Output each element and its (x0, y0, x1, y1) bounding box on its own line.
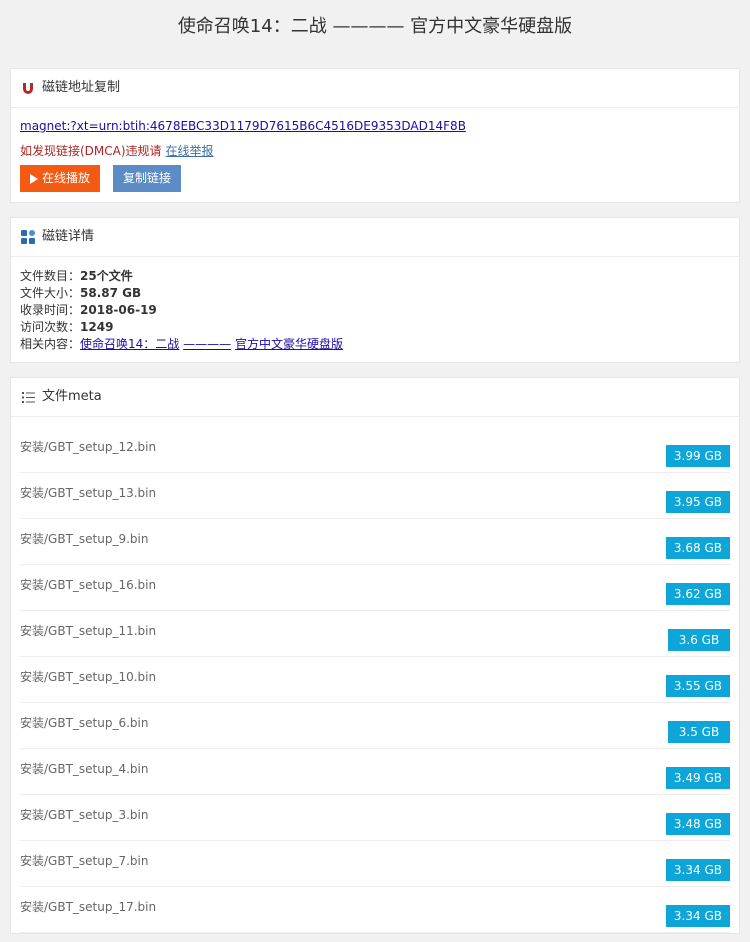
file-size-badge: 3.34 GB (665, 858, 730, 881)
page-title: 使命召唤14：二战 ———— 官方中文豪华硬盘版 (177, 16, 573, 37)
file-row[interactable]: 安装/GBT_setup_6.bin 3.5 GB (20, 703, 730, 749)
file-name: 安装/GBT_setup_11.bin (20, 624, 157, 638)
file-row[interactable]: 安装/GBT_setup_11.bin 3.6 GB (20, 611, 730, 657)
related-link-1[interactable]: 使命召唤14：二战 (80, 337, 179, 351)
related-link-3[interactable]: 官方中文豪华硬盘版 (235, 337, 343, 351)
detail-label: 访问次数： (20, 320, 81, 334)
details-panel-header: 磁链详情 (11, 218, 739, 257)
file-name: 安装/GBT_setup_6.bin (20, 716, 149, 730)
meta-panel-title: 文件meta (42, 389, 102, 404)
file-size-badge: 3.68 GB (665, 536, 730, 559)
dmca-notice: 如发现链接(DMCA)违规请 在线举报 (20, 143, 730, 159)
detail-file-size: 文件大小：58.87 GB (20, 285, 730, 302)
file-row[interactable]: 安装/GBT_setup_12.bin 3.99 GB (20, 427, 730, 473)
magnet-panel-title: 磁链地址复制 (42, 80, 121, 95)
file-row[interactable]: 安装/GBT_setup_7.bin 3.34 GB (20, 841, 730, 887)
detail-value: 58.87 GB (80, 286, 142, 300)
file-name: 安装/GBT_setup_12.bin (20, 440, 157, 454)
grid-icon (21, 230, 35, 244)
magnet-icon (21, 81, 35, 95)
file-name: 安装/GBT_setup_7.bin (20, 854, 149, 868)
play-icon (30, 173, 38, 184)
meta-panel-header: 文件meta (11, 378, 739, 417)
list-icon (21, 390, 35, 404)
file-list: 安装/GBT_setup_12.bin 3.99 GB 安装/GBT_setup… (11, 417, 739, 933)
detail-label: 文件大小： (20, 286, 81, 300)
file-name: 安装/GBT_setup_10.bin (20, 670, 157, 684)
meta-panel: 文件meta 安装/GBT_setup_12.bin 3.99 GB 安装/GB… (10, 377, 740, 934)
dmca-text: 如发现链接(DMCA)违规请 (20, 144, 162, 158)
file-size-badge: 3.99 GB (665, 444, 730, 467)
details-panel-title: 磁链详情 (42, 229, 95, 244)
file-size-badge: 3.95 GB (665, 490, 730, 513)
magnet-panel: 磁链地址复制 magnet:?xt=urn:btih:4678EBC33D117… (10, 68, 740, 203)
magnet-link[interactable]: magnet:?xt=urn:btih:4678EBC33D1179D7615B… (20, 118, 466, 135)
file-size-badge: 3.49 GB (665, 766, 730, 789)
file-row[interactable]: 安装/GBT_setup_10.bin 3.55 GB (20, 657, 730, 703)
detail-value: 2018-06-19 (80, 303, 157, 317)
report-link[interactable]: 在线举报 (166, 144, 214, 158)
copy-link-button[interactable]: 复制链接 (113, 165, 182, 192)
details-panel: 磁链详情 文件数目：25个文件 文件大小：58.87 GB 收录时间：2018-… (10, 217, 740, 363)
file-row[interactable]: 安装/GBT_setup_4.bin 3.49 GB (20, 749, 730, 795)
file-row[interactable]: 安装/GBT_setup_3.bin 3.48 GB (20, 795, 730, 841)
detail-value: 1249 (80, 320, 114, 334)
file-name: 安装/GBT_setup_4.bin (20, 762, 149, 776)
file-size-badge: 3.48 GB (665, 812, 730, 835)
detail-related: 相关内容：使命召唤14：二战 ———— 官方中文豪华硬盘版 (20, 336, 730, 353)
detail-label: 收录时间： (20, 303, 81, 317)
file-row[interactable]: 安装/GBT_setup_16.bin 3.62 GB (20, 565, 730, 611)
file-size-badge: 3.62 GB (665, 582, 730, 605)
file-size-badge: 3.5 GB (668, 720, 730, 743)
play-online-label: 在线播放 (42, 171, 91, 185)
file-name: 安装/GBT_setup_9.bin (20, 532, 149, 546)
file-name: 安装/GBT_setup_16.bin (20, 578, 157, 592)
file-row[interactable]: 安装/GBT_setup_17.bin 3.34 GB (20, 887, 730, 933)
file-row[interactable]: 安装/GBT_setup_13.bin 3.95 GB (20, 473, 730, 519)
magnet-panel-header: 磁链地址复制 (11, 69, 739, 108)
file-size-badge: 3.55 GB (665, 674, 730, 697)
play-online-button[interactable]: 在线播放 (20, 165, 101, 192)
file-size-badge: 3.6 GB (668, 628, 730, 651)
file-name: 安装/GBT_setup_13.bin (20, 486, 157, 500)
file-size-badge: 3.34 GB (665, 904, 730, 927)
file-name: 安装/GBT_setup_3.bin (20, 808, 149, 822)
related-link-2[interactable]: ———— (183, 337, 231, 351)
detail-file-count: 文件数目：25个文件 (20, 268, 730, 285)
detail-label: 相关内容： (20, 337, 81, 351)
detail-label: 文件数目： (20, 269, 81, 283)
file-row[interactable]: 安装/GBT_setup_9.bin 3.68 GB (20, 519, 730, 565)
detail-value: 25个文件 (80, 269, 133, 283)
file-name: 安装/GBT_setup_17.bin (20, 900, 157, 914)
copy-link-label: 复制链接 (123, 171, 172, 185)
detail-visits: 访问次数：1249 (20, 319, 730, 336)
detail-date: 收录时间：2018-06-19 (20, 302, 730, 319)
